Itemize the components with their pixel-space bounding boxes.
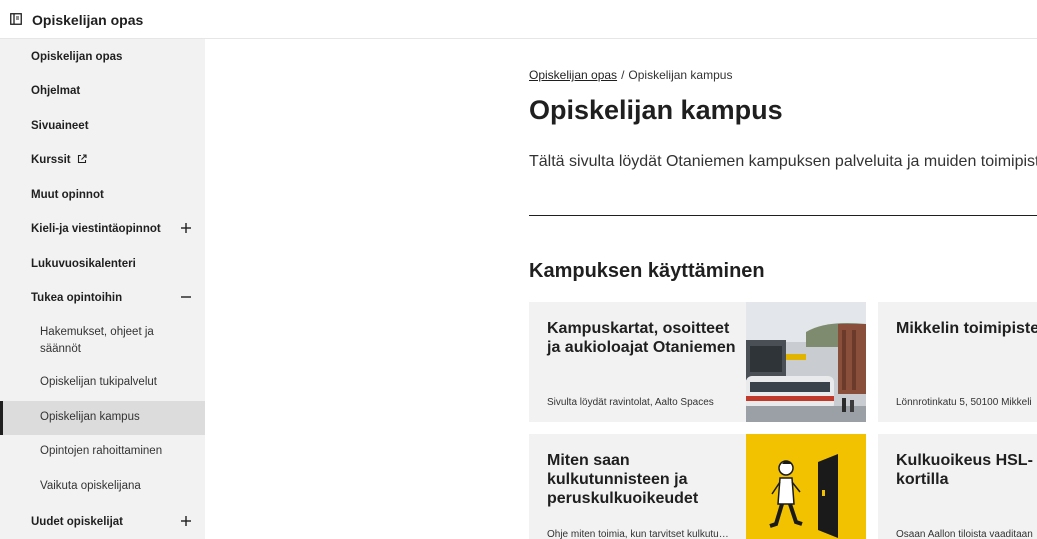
sidebar-item-label: Uudet opiskelijat: [31, 515, 124, 528]
card-kulkuoikeus-hsl[interactable]: Kulkuoikeus HSL-kortilla Osaan Aallon ti…: [878, 434, 1037, 539]
card-kulkutunniste[interactable]: Miten saan kulkutunnisteen ja peruskulku…: [529, 434, 866, 539]
sidebar-subitem-label: Vaikuta opiskelijana: [40, 480, 141, 492]
external-link-icon: [77, 153, 87, 163]
sidebar-item-muut-opinnot[interactable]: Muut opinnot: [0, 186, 205, 203]
sidebar-item-label: Sivuaineet: [31, 119, 89, 132]
sidebar-item-label: Lukuvuosikalenteri: [31, 257, 136, 270]
sidebar-item-uudet-opiskelijat[interactable]: Uudet opiskelijat: [0, 513, 205, 530]
top-bar: Opiskelijan opas: [0, 0, 1037, 39]
sidebar-item-kurssit[interactable]: Kurssit: [0, 151, 205, 168]
sidebar-item-label: Kurssit: [31, 153, 71, 166]
plus-icon[interactable]: [180, 515, 192, 527]
plus-icon[interactable]: [180, 222, 192, 234]
card-kampuskartat[interactable]: Kampuskartat, osoitteet ja aukioloajat O…: [529, 302, 866, 422]
card-description: Ohje miten toimia, kun tarvitset kulkutu…: [547, 529, 732, 539]
minus-icon[interactable]: [180, 291, 192, 303]
sidebar-subitem-rahoittaminen[interactable]: Opintojen rahoittaminen: [0, 435, 205, 469]
section-title: Kampuksen käyttäminen: [529, 260, 765, 282]
card-description: Osaan Aallon tiloista vaaditaan: [896, 529, 1033, 539]
breadcrumb-link-parent[interactable]: Opiskelijan opas: [529, 68, 617, 82]
sidebar-item-label: Tukea opintoihin: [31, 291, 123, 304]
page-title: Opiskelijan kampus: [529, 95, 783, 125]
card-description: Lönnrotinkatu 5, 50100 Mikkeli: [896, 397, 1032, 408]
sidebar-subitem-label: Opiskelijan kampus: [40, 411, 140, 423]
card-title: Miten saan kulkutunnisteen ja peruskulku…: [547, 452, 699, 507]
card-mikkelin-toimipiste[interactable]: Mikkelin toimipiste Lönnrotinkatu 5, 501…: [878, 302, 1037, 422]
sidebar-item-label: Ohjelmat: [31, 84, 81, 97]
campus-tram-photo: [746, 302, 866, 422]
sidebar-item-kieli-ja-viestintaopinnot[interactable]: Kieli-ja viestintäopinnot: [0, 220, 205, 237]
card-title: Mikkelin toimipiste: [896, 320, 1037, 337]
sidebar-item-opiskelijan-opas[interactable]: Opiskelijan opas: [0, 48, 205, 65]
card-title: Kampuskartat, osoitteet ja aukioloajat O…: [547, 320, 736, 356]
breadcrumb-separator: /: [621, 68, 625, 82]
sidebar-item-label: Muut opinnot: [31, 188, 104, 201]
site-title[interactable]: Opiskelijan opas: [32, 12, 143, 28]
sidebar-subitem-label: Opiskelijan tukipalvelut: [40, 376, 157, 388]
sidebar-item-label: Kieli-ja viestintäopinnot: [31, 222, 161, 235]
divider: [529, 215, 1037, 216]
main-content: Opiskelijan opas / Opiskelijan kampus Opis…: [205, 39, 1037, 539]
sidebar-subitem-hakemukset[interactable]: Hakemukset, ohjeet ja säännöt: [0, 319, 205, 361]
breadcrumb-current: Opiskelijan kampus: [628, 68, 733, 82]
sidebar-item-ohjelmat[interactable]: Ohjelmat: [0, 82, 205, 99]
sidebar-item-lukuvuosikalenteri[interactable]: Lukuvuosikalenteri: [0, 255, 205, 272]
person-door-illustration: [746, 434, 866, 539]
page-intro: Tältä sivulta löydät Otaniemen kampuksen…: [529, 153, 1037, 170]
card-description: Sivulta löydät ravintolat, Aalto Spaces: [547, 397, 714, 408]
sidebar-subitem-label: Opintojen rahoittaminen: [40, 445, 163, 457]
breadcrumb: Opiskelijan opas / Opiskelijan kampus: [529, 68, 732, 82]
sidebar-item-sivuaineet[interactable]: Sivuaineet: [0, 117, 205, 134]
sidebar-panel-icon[interactable]: [10, 13, 22, 25]
sidebar-subitem-label: Hakemukset, ohjeet ja säännöt: [40, 326, 154, 355]
sidebar-item-label: Opiskelijan opas: [31, 50, 123, 63]
sidebar-subitem-vaikuta[interactable]: Vaikuta opiskelijana: [0, 470, 205, 504]
sidebar-subitem-tukipalvelut[interactable]: Opiskelijan tukipalvelut: [0, 366, 205, 400]
sidebar-item-tukea-opintoihin[interactable]: Tukea opintoihin: [0, 289, 205, 306]
sidebar: Opiskelijan opas Ohjelmat Sivuaineet Kur…: [0, 39, 205, 539]
card-title: Kulkuoikeus HSL-kortilla: [896, 452, 1033, 488]
sidebar-subitem-opiskelijan-kampus[interactable]: Opiskelijan kampus: [0, 401, 205, 435]
